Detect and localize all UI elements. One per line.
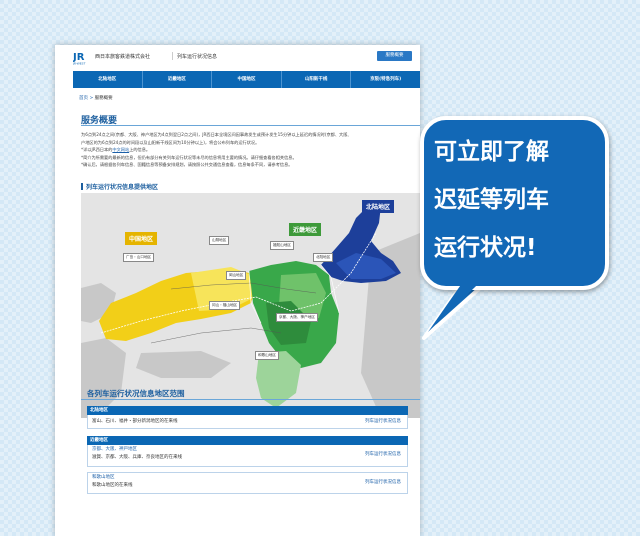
callout-text: 可立即了解 迟延等列车 运行状况! — [434, 128, 594, 272]
callout-line-1: 可立即了解 — [434, 139, 549, 165]
callout-line-3: 运行状况! — [434, 235, 537, 261]
callout-line-2: 迟延等列车 — [434, 187, 549, 213]
